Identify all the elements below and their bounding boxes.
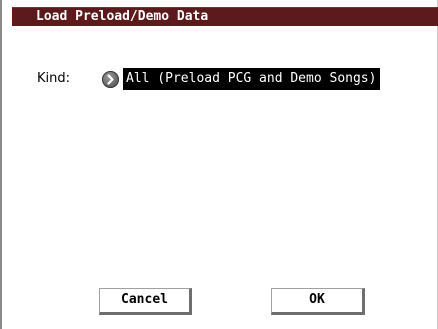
chevron-right-circle-icon[interactable]: [102, 71, 119, 88]
load-preload-demo-dialog: Load Preload/Demo Data Kind: All (Preloa…: [0, 0, 438, 329]
kind-label: Kind:: [37, 71, 71, 86]
dialog-title: Load Preload/Demo Data: [36, 9, 209, 24]
kind-value-field[interactable]: All (Preload PCG and Demo Songs): [123, 68, 381, 90]
ok-button[interactable]: OK: [271, 288, 365, 315]
cancel-button[interactable]: Cancel: [99, 288, 192, 315]
dialog-title-bar: Load Preload/Demo Data: [12, 7, 438, 26]
